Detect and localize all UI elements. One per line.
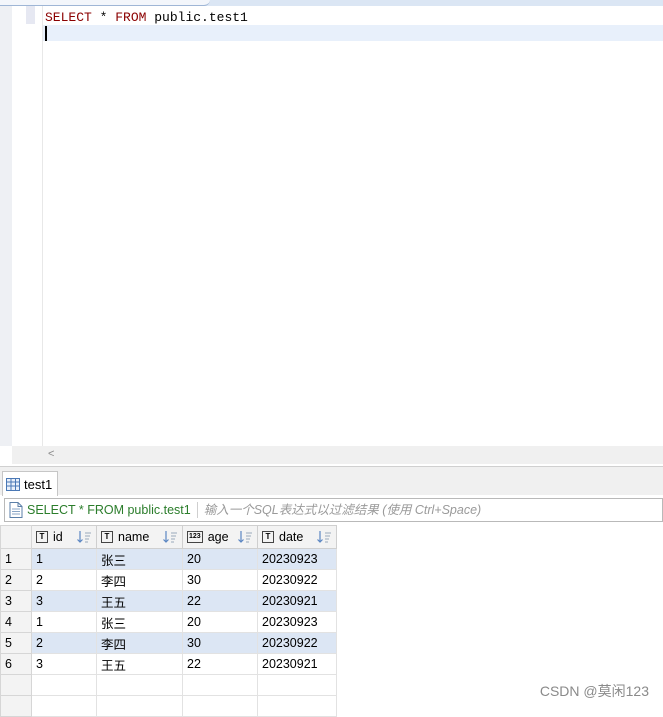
sql-document-icon (9, 502, 23, 518)
cell-age[interactable]: 22 (182, 653, 258, 675)
cell-age[interactable]: 20 (182, 548, 258, 570)
table-row[interactable]: 4 1 张三 20 20230923 (0, 611, 337, 633)
row-number[interactable]: 1 (0, 548, 32, 570)
row-number[interactable]: 5 (0, 632, 32, 654)
cell-name[interactable]: 王五 (96, 653, 183, 675)
empty-cell (257, 695, 337, 717)
cell-id[interactable]: 2 (31, 569, 97, 591)
query-text: SELECT * FROM public.test1 (27, 503, 191, 517)
column-label: name (118, 530, 150, 544)
line-marker (26, 6, 35, 24)
cell-id[interactable]: 1 (31, 548, 97, 570)
empty-row (0, 695, 337, 717)
table-row[interactable]: 6 3 王五 22 20230921 (0, 653, 337, 675)
column-header-id[interactable]: Tid (31, 525, 97, 549)
editor-gutter (0, 6, 12, 446)
row-number[interactable]: 2 (0, 569, 32, 591)
empty-row (0, 674, 337, 696)
cell-id[interactable]: 3 (31, 653, 97, 675)
empty-cell (96, 674, 183, 696)
result-tab-label: test1 (24, 476, 53, 492)
cell-date[interactable]: 20230921 (257, 590, 337, 612)
row-number[interactable]: 3 (0, 590, 32, 612)
cell-age[interactable]: 30 (182, 569, 258, 591)
column-label: age (207, 530, 229, 544)
empty-cell (31, 674, 97, 696)
text-type-icon: T (262, 531, 274, 543)
cell-name[interactable]: 张三 (96, 548, 183, 570)
table-row[interactable]: 5 2 李四 30 20230922 (0, 632, 337, 654)
result-tab-test1[interactable]: test1 (2, 471, 58, 496)
result-table: Tid Tname 123 age Tdate 1 1 张三 20 202309… (0, 525, 337, 717)
cell-age[interactable]: 30 (182, 632, 258, 654)
empty-row-number (0, 695, 32, 717)
result-tabs-bar: test1 (0, 466, 663, 496)
cell-date[interactable]: 20230923 (257, 548, 337, 570)
table-row[interactable]: 2 2 李四 30 20230922 (0, 569, 337, 591)
cell-date[interactable]: 20230921 (257, 653, 337, 675)
cell-id[interactable]: 2 (31, 632, 97, 654)
sql-code-line[interactable]: SELECT * FROM public.test1 (45, 10, 248, 26)
column-label: id (53, 530, 63, 544)
table-row[interactable]: 1 1 张三 20 20230923 (0, 548, 337, 570)
watermark: CSDN @莫闲123 (539, 683, 649, 699)
cell-date[interactable]: 20230922 (257, 632, 337, 654)
cell-name[interactable]: 李四 (96, 569, 183, 591)
cell-name[interactable]: 王五 (96, 590, 183, 612)
sort-icon[interactable] (316, 529, 332, 545)
cell-name[interactable]: 张三 (96, 611, 183, 633)
editor-margin-line (42, 6, 43, 446)
text-type-icon: T (101, 531, 113, 543)
row-number-header (0, 525, 32, 549)
empty-row-number (0, 674, 32, 696)
filter-input[interactable] (203, 503, 504, 517)
sql-keyword-from: FROM (115, 10, 147, 25)
empty-cell (182, 674, 258, 696)
header-row: Tid Tname 123 age Tdate (0, 525, 337, 549)
editor-horizontal-scrollbar[interactable]: < (12, 446, 663, 464)
scroll-left-icon[interactable]: < (48, 448, 54, 460)
sql-editor[interactable]: SELECT * FROM public.test1 (0, 6, 663, 446)
empty-cell (257, 674, 337, 696)
text-type-icon: T (36, 531, 48, 543)
sql-table-name: public.test1 (146, 10, 248, 25)
row-number[interactable]: 6 (0, 653, 32, 675)
empty-cell (182, 695, 258, 717)
column-header-name[interactable]: Tname (96, 525, 183, 549)
empty-cell (31, 695, 97, 717)
column-header-date[interactable]: Tdate (257, 525, 337, 549)
row-number[interactable]: 4 (0, 611, 32, 633)
column-label: date (279, 530, 304, 544)
cell-id[interactable]: 1 (31, 611, 97, 633)
column-header-age[interactable]: 123 age (182, 525, 258, 549)
numeric-type-icon: 123 (187, 531, 203, 543)
text-caret (45, 26, 47, 41)
table-grid-icon (6, 477, 20, 491)
empty-cell (96, 695, 183, 717)
cell-name[interactable]: 李四 (96, 632, 183, 654)
cell-date[interactable]: 20230922 (257, 569, 337, 591)
sort-icon[interactable] (237, 529, 253, 545)
filter-divider (196, 502, 198, 518)
cell-age[interactable]: 22 (182, 590, 258, 612)
sort-icon[interactable] (162, 529, 178, 545)
filter-bar: SELECT * FROM public.test1 (4, 498, 663, 522)
current-line-highlight (43, 25, 663, 41)
sql-star: * (91, 10, 116, 25)
cell-date[interactable]: 20230923 (257, 611, 337, 633)
sql-keyword-select: SELECT (45, 10, 92, 25)
sort-icon[interactable] (76, 529, 92, 545)
table-row[interactable]: 3 3 王五 22 20230921 (0, 590, 337, 612)
cell-age[interactable]: 20 (182, 611, 258, 633)
cell-id[interactable]: 3 (31, 590, 97, 612)
